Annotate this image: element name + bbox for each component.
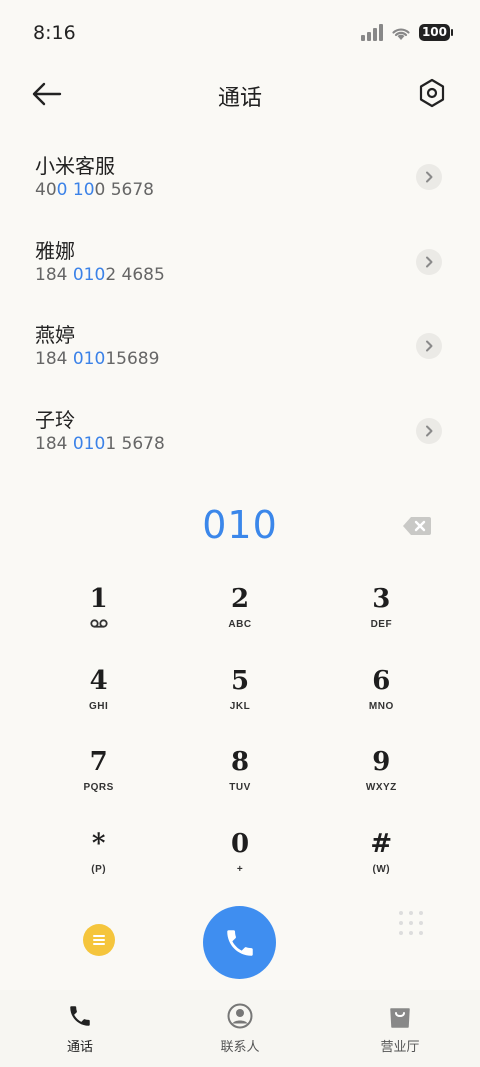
contact-number: 184 0101 5678 xyxy=(35,433,165,454)
menu-button[interactable] xyxy=(83,924,115,956)
key-digit: 1 xyxy=(89,584,108,614)
key-2[interactable]: 2 ABC xyxy=(169,575,310,657)
key-digit: 8 xyxy=(230,747,250,777)
status-time: 8:16 xyxy=(33,22,76,44)
key-letters: MNO xyxy=(368,700,394,712)
key-letters: TUV xyxy=(229,782,251,793)
chevron-right-icon xyxy=(426,425,433,436)
key-3[interactable]: 3 DEF xyxy=(311,575,452,657)
key-digit: 3 xyxy=(372,584,391,614)
signal-icon xyxy=(360,24,383,41)
contact-row[interactable]: 燕婷 184 01015689 xyxy=(0,309,480,394)
key-9[interactable]: 9 WXYZ xyxy=(311,738,452,820)
nav-label: 营业厅 xyxy=(380,1040,420,1055)
settings-button[interactable] xyxy=(418,78,448,110)
nav-service-hall[interactable]: 营业厅 xyxy=(320,990,480,1067)
chevron-right-icon xyxy=(426,340,433,352)
nav-label: 通话 xyxy=(66,1040,93,1055)
key-digit: # xyxy=(370,828,393,859)
key-letters: WXYZ xyxy=(365,782,397,793)
call-button[interactable] xyxy=(203,906,276,979)
contact-detail-button[interactable] xyxy=(416,164,442,190)
key-hash[interactable]: # (W) xyxy=(311,820,452,902)
header: 通话 xyxy=(0,68,480,124)
key-letters: + xyxy=(236,863,244,875)
status-icons: 100 xyxy=(360,24,454,41)
key-0[interactable]: 0 + xyxy=(169,820,310,902)
contact-number: 400 100 5678 xyxy=(35,180,154,200)
voicemail-icon xyxy=(90,619,108,628)
chevron-right-icon xyxy=(426,171,433,183)
wifi-icon xyxy=(392,27,410,40)
hexagon-settings-icon xyxy=(419,78,445,108)
backspace-button[interactable] xyxy=(402,516,432,536)
key-digit: * xyxy=(91,828,106,859)
contact-name: 雅娜 xyxy=(35,238,75,263)
dial-keypad: 1 2 ABC 3 DEF 4 GHI 5 JKL 6 MNO 7 PQRS 8… xyxy=(28,575,452,901)
menu-lines-icon xyxy=(93,935,105,945)
keypad-row: 7 PQRS 8 TUV 9 WXYZ xyxy=(28,738,452,820)
key-digit: 7 xyxy=(89,747,108,777)
nav-contacts[interactable]: 联系人 xyxy=(160,990,320,1067)
nav-calls[interactable]: 通话 xyxy=(0,990,160,1067)
contact-row[interactable]: 雅娜 184 0102 4685 xyxy=(0,225,480,310)
key-5[interactable]: 5 JKL xyxy=(169,657,310,739)
key-digit: 6 xyxy=(372,665,391,696)
key-digit: 4 xyxy=(89,665,108,696)
key-6[interactable]: 6 MNO xyxy=(311,657,452,739)
contact-number: 184 01015689 xyxy=(35,349,160,369)
contact-row[interactable]: 小米客服 400 100 5678 xyxy=(0,140,480,225)
key-letters: PQRS xyxy=(83,782,114,793)
key-letters: GHI xyxy=(89,700,109,712)
key-digit: 2 xyxy=(230,584,250,614)
status-bar: 8:16 100 xyxy=(0,0,480,68)
contact-row[interactable]: 子玲 184 0101 5678 xyxy=(0,394,480,479)
contact-name: 燕婷 xyxy=(35,323,75,347)
keypad-row: * (P) 0 + # (W) xyxy=(28,820,452,902)
key-letters: (W) xyxy=(372,863,391,875)
contact-detail-button[interactable] xyxy=(416,417,442,444)
keypad-row: 1 2 ABC 3 DEF xyxy=(28,575,452,657)
keypad-row: 4 GHI 5 JKL 6 MNO xyxy=(28,657,452,739)
contact-name: 子玲 xyxy=(35,407,75,432)
key-letters: JKL xyxy=(229,700,251,712)
contact-detail-button[interactable] xyxy=(416,248,442,275)
backspace-icon xyxy=(403,517,431,535)
phone-icon xyxy=(226,929,253,956)
key-star[interactable]: * (P) xyxy=(28,820,169,902)
key-letters: ABC xyxy=(228,619,252,630)
key-letters xyxy=(90,619,108,631)
key-digit: 9 xyxy=(372,747,391,777)
contact-detail-button[interactable] xyxy=(416,333,442,359)
shopping-bag-icon xyxy=(386,1002,414,1030)
key-7[interactable]: 7 PQRS xyxy=(28,738,169,820)
dialpad-toggle-icon[interactable] xyxy=(398,910,424,936)
chevron-right-icon xyxy=(426,256,433,267)
person-icon xyxy=(226,1002,254,1030)
key-digit: 0 xyxy=(230,828,250,859)
nav-label: 联系人 xyxy=(220,1040,260,1055)
phone-icon xyxy=(66,1002,94,1030)
bottom-nav: 通话 联系人 营业厅 xyxy=(0,990,480,1067)
contact-name: 小米客服 xyxy=(35,154,115,178)
key-letters: DEF xyxy=(370,619,393,630)
key-1[interactable]: 1 xyxy=(28,575,169,657)
key-4[interactable]: 4 GHI xyxy=(28,657,169,739)
key-8[interactable]: 8 TUV xyxy=(169,738,310,820)
page-title: 通话 xyxy=(217,86,262,111)
key-letters: (P) xyxy=(91,863,107,875)
contact-suggestions: 小米客服 400 100 5678 雅娜 184 0102 4685 燕婷 18… xyxy=(0,140,480,478)
key-digit: 5 xyxy=(230,665,250,696)
contact-number: 184 0102 4685 xyxy=(35,264,165,285)
battery-icon: 100 xyxy=(418,24,454,41)
